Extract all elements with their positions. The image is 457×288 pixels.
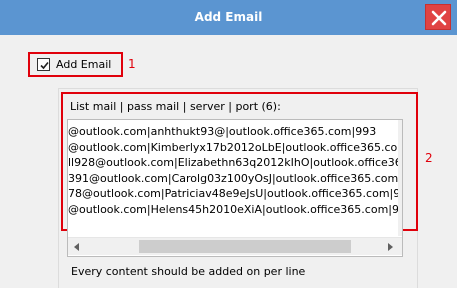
- window-title: Add Email: [194, 10, 263, 24]
- arrow-left-icon[interactable]: [74, 243, 80, 251]
- mail-list-line: ll928@outlook.com|Elizabethn63q2012kIhO|…: [68, 156, 403, 169]
- close-button[interactable]: [425, 4, 451, 30]
- mail-list-line: @outlook.com|anhthukt93@|outlook.office3…: [68, 125, 377, 138]
- mail-list-line: @outlook.com|Kimberlyx17b2012oLbE|outloo…: [68, 140, 403, 154]
- mail-list-lines: @outlook.com|anhthukt93@|outlook.office3…: [68, 124, 403, 217]
- close-icon: [431, 10, 447, 26]
- arrow-right-icon[interactable]: [387, 243, 393, 251]
- mail-list-line: 78@outlook.com|Patriciav48e9eJsU|outlook…: [68, 187, 403, 200]
- horizontal-scrollbar[interactable]: [68, 237, 402, 255]
- title-bar: Add Email: [0, 0, 457, 35]
- add-email-checkbox-label[interactable]: Add Email: [56, 58, 111, 71]
- hint-text: Every content should be added on per lin…: [71, 265, 306, 278]
- check-icon: [40, 61, 49, 70]
- scrollbar-thumb[interactable]: [139, 240, 351, 253]
- mail-list-line: 391@outlook.com|Carolg03z100yOsJ|outlook…: [68, 171, 403, 185]
- annotation-label-2: 2: [425, 151, 433, 165]
- annotation-label-1: 1: [128, 57, 136, 71]
- add-email-checkbox[interactable]: [37, 58, 50, 71]
- mail-list-line: @outlook.com|Helens45h2010eXiA|outlook.o…: [68, 202, 403, 216]
- vertical-scrollbar[interactable]: [398, 120, 402, 236]
